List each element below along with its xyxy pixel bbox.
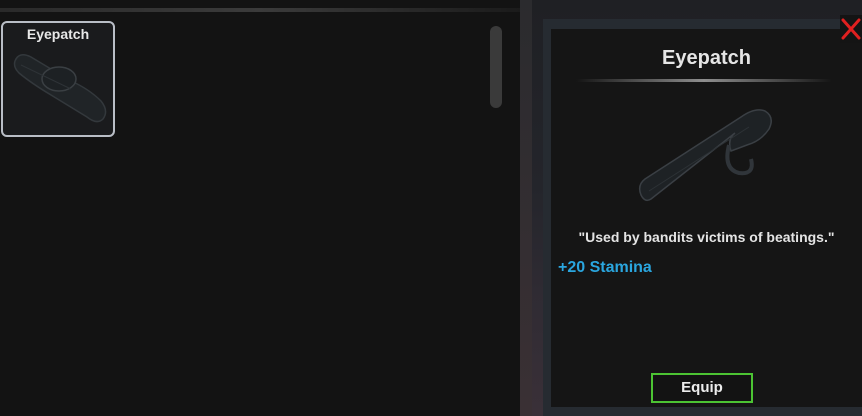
inventory-scrollbar[interactable] — [490, 26, 502, 108]
item-detail-content: Eyepatch "Used by bandits victims of bea… — [551, 29, 862, 407]
inventory-item-label: Eyepatch — [26, 26, 90, 42]
inventory-panel: Eyepatch — [0, 0, 520, 416]
inventory-item-eyepatch[interactable]: Eyepatch — [1, 21, 115, 137]
close-button[interactable] — [840, 15, 862, 43]
eyepatch-preview-icon — [638, 109, 772, 202]
eyepatch-icon — [13, 54, 107, 123]
item-description: "Used by bandits victims of beatings." — [578, 229, 835, 245]
item-detail-panel: Eyepatch "Used by bandits victims of bea… — [543, 19, 862, 416]
inventory-top-bar — [0, 8, 520, 12]
item-stat-bonus: +20 Stamina — [558, 259, 652, 276]
title-divider — [576, 79, 832, 82]
equip-button[interactable]: Equip — [651, 373, 753, 403]
close-icon — [841, 18, 861, 40]
item-title: Eyepatch — [662, 47, 751, 69]
panel-divider — [520, 0, 532, 416]
